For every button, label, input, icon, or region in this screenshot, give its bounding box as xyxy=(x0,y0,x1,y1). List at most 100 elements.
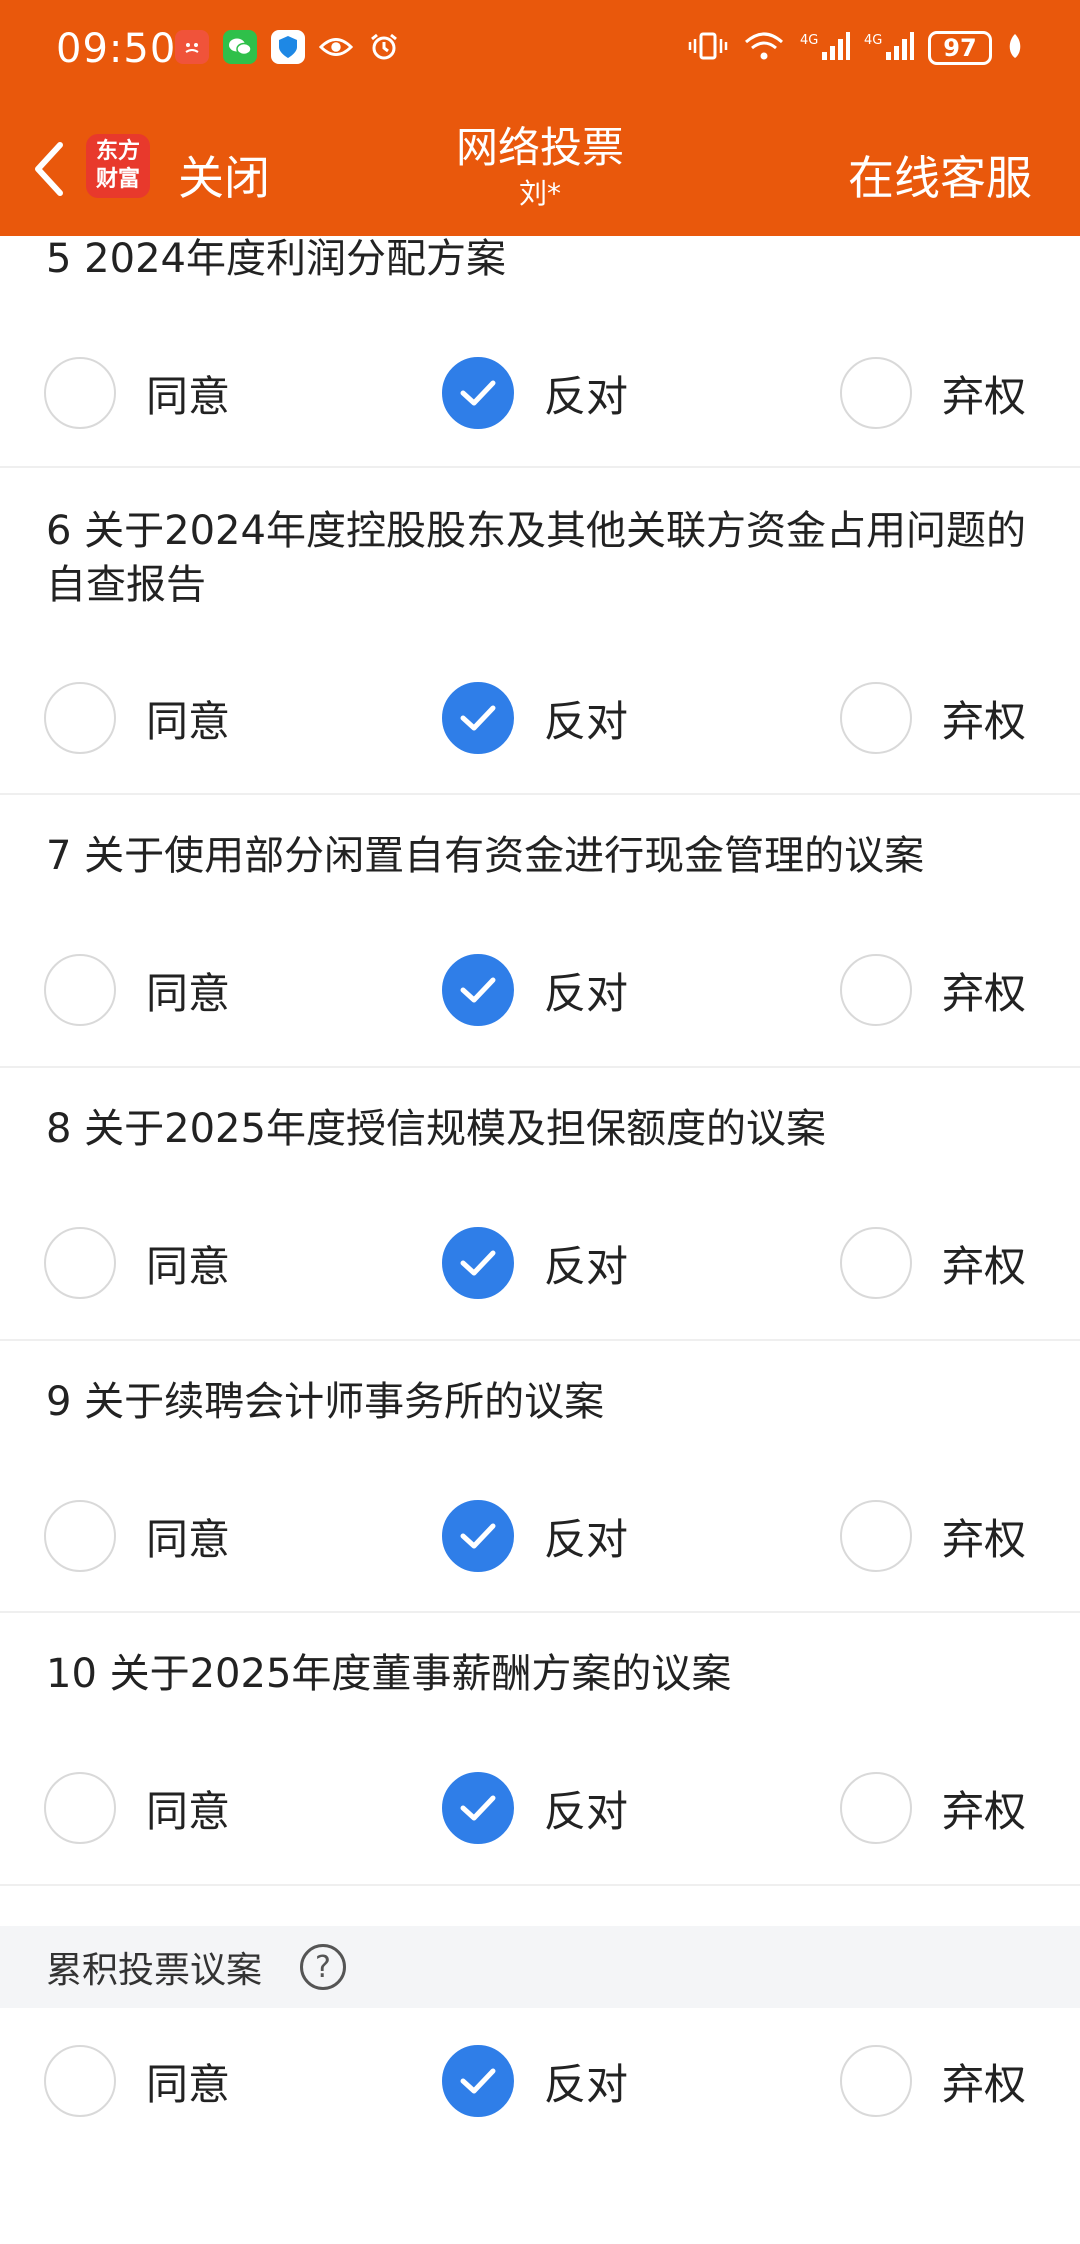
radio-agree[interactable] xyxy=(44,2045,116,2117)
chevron-left-icon xyxy=(35,142,63,196)
option-label-agree: 同意 xyxy=(146,1786,231,1836)
option-label-abstain: 弃权 xyxy=(942,1786,1027,1836)
help-icon[interactable]: ? xyxy=(300,1944,347,1990)
option-label-agree: 同意 xyxy=(146,968,231,1018)
radio-oppose[interactable] xyxy=(442,1227,514,1299)
option-label-abstain: 弃权 xyxy=(942,2059,1027,2109)
check-icon xyxy=(460,1250,496,1276)
vote-options: 同意 反对 弃权 xyxy=(0,2031,1080,2131)
cumulative-vote-section: 累积投票议案 ? xyxy=(0,1926,1080,2008)
vote-option-abstain[interactable]: 弃权 xyxy=(840,1758,1026,1858)
radio-oppose[interactable] xyxy=(442,1500,514,1572)
radio-agree[interactable] xyxy=(44,682,116,754)
page-subtitle: 刘* xyxy=(518,177,561,210)
check-icon xyxy=(460,705,496,731)
radio-oppose[interactable] xyxy=(442,2045,514,2117)
vote-option-abstain[interactable]: 弃权 xyxy=(840,2031,1026,2131)
vote-option-abstain[interactable]: 弃权 xyxy=(840,1213,1026,1313)
option-label-agree: 同意 xyxy=(146,371,231,421)
notification-icon xyxy=(175,30,209,64)
leaf-icon xyxy=(1006,32,1024,64)
radio-abstain[interactable] xyxy=(840,954,912,1026)
status-icons-right: 4G 4G 97 xyxy=(688,30,1024,66)
radio-oppose[interactable] xyxy=(442,682,514,754)
vote-option-abstain[interactable]: 弃权 xyxy=(840,1486,1026,1586)
vote-option-abstain[interactable]: 弃权 xyxy=(840,668,1026,768)
radio-abstain[interactable] xyxy=(840,1772,912,1844)
vote-option-abstain[interactable]: 弃权 xyxy=(840,343,1026,443)
svg-text:4G: 4G xyxy=(800,33,818,48)
option-label-oppose: 反对 xyxy=(544,2059,629,2109)
close-button[interactable]: 关闭 xyxy=(178,142,270,208)
radio-agree[interactable] xyxy=(44,954,116,1026)
vote-option-oppose[interactable]: 反对 xyxy=(442,1486,628,1586)
option-label-abstain: 弃权 xyxy=(942,371,1027,421)
alarm-icon xyxy=(367,30,401,64)
signal-4g-icon: 4G xyxy=(864,30,914,66)
brand-logo-line1: 东方 xyxy=(95,139,140,164)
back-button[interactable] xyxy=(18,134,78,204)
option-label-abstain: 弃权 xyxy=(942,1514,1027,1564)
status-icons-left xyxy=(175,30,401,64)
vote-option-agree[interactable]: 同意 xyxy=(44,1213,230,1313)
option-label-oppose: 反对 xyxy=(544,968,629,1018)
radio-abstain[interactable] xyxy=(840,682,912,754)
option-label-oppose: 反对 xyxy=(544,1241,629,1291)
vote-option-oppose[interactable]: 反对 xyxy=(442,1758,628,1858)
vibrate-icon xyxy=(688,31,728,65)
online-service-button[interactable]: 在线客服 xyxy=(848,142,1032,208)
proposal-item: 10 关于2025年度董事薪酬方案的议案 同意 反对 弃权 xyxy=(0,1613,1080,1886)
radio-abstain[interactable] xyxy=(840,357,912,429)
option-label-agree: 同意 xyxy=(146,1514,231,1564)
vote-options: 同意 反对 弃权 xyxy=(0,1213,1080,1313)
wifi-icon xyxy=(742,30,786,66)
proposal-title: 7 关于使用部分闲置自有资金进行现金管理的议案 xyxy=(46,833,925,879)
vote-option-oppose[interactable]: 反对 xyxy=(442,2031,628,2131)
vote-options: 同意 反对 弃权 xyxy=(0,668,1080,768)
proposal-item: 5 2024年度利润分配方案 同意 反对 弃权 xyxy=(0,236,1080,468)
vote-option-agree[interactable]: 同意 xyxy=(44,343,230,443)
vote-option-agree[interactable]: 同意 xyxy=(44,2031,230,2131)
radio-abstain[interactable] xyxy=(840,1227,912,1299)
radio-abstain[interactable] xyxy=(840,1500,912,1572)
eye-icon xyxy=(319,30,353,64)
vote-option-agree[interactable]: 同意 xyxy=(44,668,230,768)
vote-option-agree[interactable]: 同意 xyxy=(44,940,230,1040)
vote-option-oppose[interactable]: 反对 xyxy=(442,668,628,768)
radio-abstain[interactable] xyxy=(840,2045,912,2117)
check-icon xyxy=(460,380,496,406)
vote-option-agree[interactable]: 同意 xyxy=(44,1486,230,1586)
option-label-oppose: 反对 xyxy=(544,1786,629,1836)
vote-option-abstain[interactable]: 弃权 xyxy=(840,940,1026,1040)
option-label-oppose: 反对 xyxy=(544,371,629,421)
vote-option-oppose[interactable]: 反对 xyxy=(442,1213,628,1313)
radio-oppose[interactable] xyxy=(442,1772,514,1844)
radio-agree[interactable] xyxy=(44,1772,116,1844)
proposal-title: 10 关于2025年度董事薪酬方案的议案 xyxy=(46,1651,732,1697)
check-icon xyxy=(460,1795,496,1821)
radio-oppose[interactable] xyxy=(442,954,514,1026)
check-icon xyxy=(460,977,496,1003)
radio-agree[interactable] xyxy=(44,1227,116,1299)
option-label-oppose: 反对 xyxy=(544,1514,629,1564)
radio-oppose[interactable] xyxy=(442,357,514,429)
vote-option-oppose[interactable]: 反对 xyxy=(442,940,628,1040)
proposal-title: 5 2024年度利润分配方案 xyxy=(46,236,506,282)
proposal-item: 8 关于2025年度授信规模及担保额度的议案 同意 反对 弃权 xyxy=(0,1068,1080,1341)
proposal-item: 9 关于续聘会计师事务所的议案 同意 反对 弃权 xyxy=(0,1341,1080,1613)
check-icon xyxy=(460,1523,496,1549)
proposal-item: 7 关于使用部分闲置自有资金进行现金管理的议案 同意 反对 弃权 xyxy=(0,795,1080,1068)
svg-text:4G: 4G xyxy=(864,33,882,48)
status-bar: 09:50 4G 4G 97 xyxy=(0,0,1080,104)
nav-header: 东方 财富 关闭 网络投票 刘* 在线客服 xyxy=(0,104,1080,236)
option-label-agree: 同意 xyxy=(146,696,231,746)
proposal-item: 6 关于2024年度控股股东及其他关联方资金占用问题的自查报告 同意 反对 弃权 xyxy=(0,468,1080,795)
vote-options: 同意 反对 弃权 xyxy=(0,343,1080,443)
proposal-title: 6 关于2024年度控股股东及其他关联方资金占用问题的自查报告 xyxy=(46,508,1026,608)
radio-agree[interactable] xyxy=(44,1500,116,1572)
radio-agree[interactable] xyxy=(44,357,116,429)
shield-app-icon xyxy=(271,30,305,64)
option-label-abstain: 弃权 xyxy=(942,1241,1027,1291)
vote-option-agree[interactable]: 同意 xyxy=(44,1758,230,1858)
vote-option-oppose[interactable]: 反对 xyxy=(442,343,628,443)
